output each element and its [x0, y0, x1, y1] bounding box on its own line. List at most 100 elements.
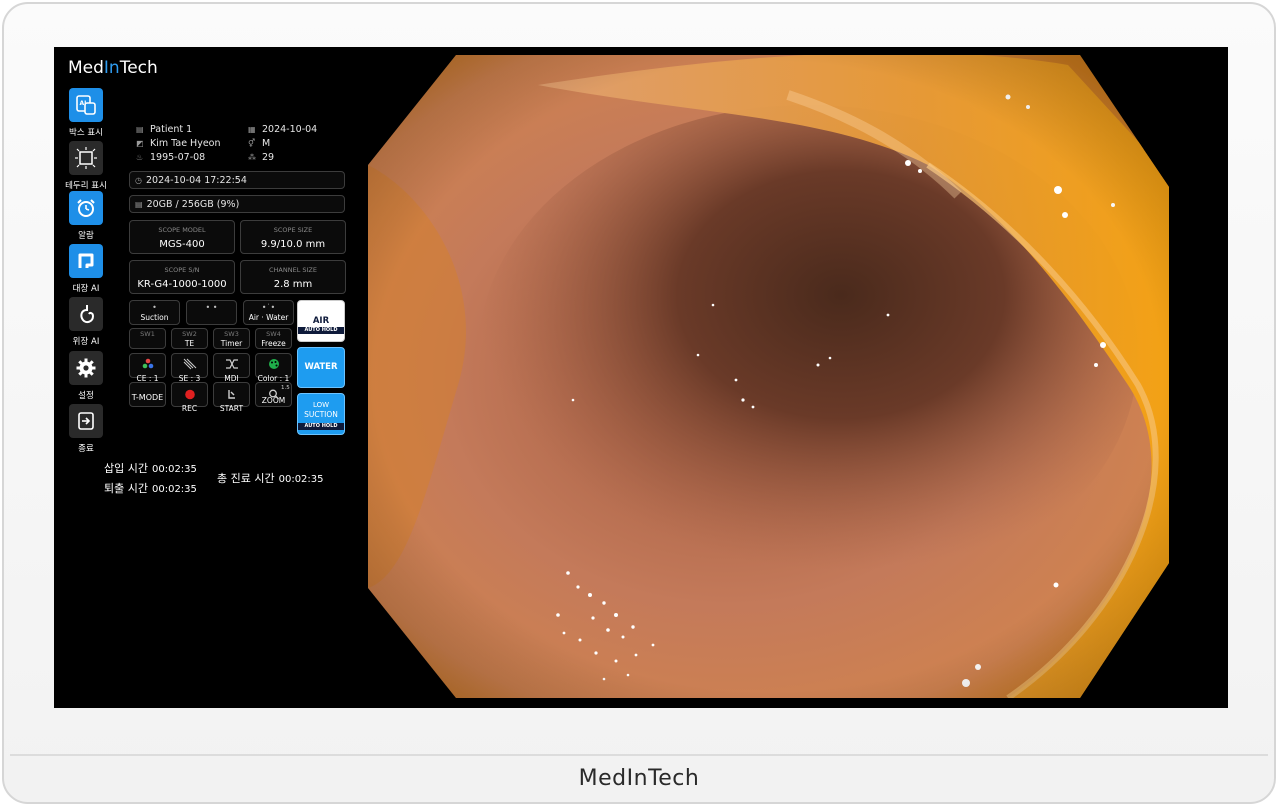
- sw4-freeze-button[interactable]: SW4 Freeze: [255, 328, 292, 349]
- structure-enhance-button[interactable]: SE : 3: [171, 353, 208, 383]
- storage-value: 20GB / 256GB (9%): [146, 198, 240, 210]
- sw-number: SW3: [224, 330, 239, 338]
- stomach-icon: [69, 297, 103, 331]
- sw1-button[interactable]: SW1: [129, 328, 166, 349]
- water-button[interactable]: WATER: [297, 347, 345, 388]
- zoom-indicator: 1.5: [256, 385, 291, 400]
- sw3-timer-button[interactable]: SW3 Timer: [213, 328, 250, 349]
- birthday-icon: ♨: [136, 153, 144, 162]
- shuffle-icon: [225, 359, 238, 369]
- patient-name: Kim Tae Hyeon: [150, 138, 221, 149]
- scope-model-label: SCOPE MODEL: [158, 226, 206, 234]
- sidebar-item-label: 박스 표시: [69, 128, 103, 138]
- datetime-value: 2024-10-04 17:22:54: [145, 174, 247, 186]
- palette-icon: [268, 359, 279, 369]
- sidebar-item-colon-ai[interactable]: 대장 AI: [56, 244, 116, 294]
- sidebar-item-label: 위장 AI: [72, 337, 100, 347]
- scope-model-value: MGS-400: [159, 239, 205, 250]
- dual-dot-button[interactable]: • •: [186, 300, 237, 325]
- clock-icon: ◷: [135, 175, 142, 185]
- record-icon: [184, 389, 195, 400]
- channel-size-box: CHANNEL SIZE 2.8 mm: [240, 260, 346, 294]
- insert-time: 삽입 시간 00:02:35: [104, 460, 197, 476]
- suction-dot-icon: •: [152, 303, 157, 312]
- patient-info-left: ▤ Patient 1 ◩ Kim Tae Hyeon ♨ 1995-07-08: [136, 123, 244, 165]
- scope-sn-value: KR-G4-1000-1000: [137, 279, 227, 290]
- sidebar-item-settings[interactable]: 설정: [56, 351, 116, 401]
- sidebar-item-alarm[interactable]: 알람: [56, 191, 116, 241]
- patient-info-right: ▦ 2024-10-04 ⚥ M ⁂ 29: [248, 123, 338, 165]
- sw-number: SW4: [266, 330, 281, 338]
- sidebar-item-border-display[interactable]: 테두리 표시: [56, 141, 116, 191]
- control-label: Suction: [140, 313, 169, 322]
- colon-icon: [69, 244, 103, 278]
- insert-time-value: 00:02:35: [151, 464, 197, 475]
- color-enhance-icon: [142, 358, 153, 369]
- zoom-icon: [268, 389, 279, 400]
- zoom-level: 1.5: [281, 385, 290, 391]
- storage-icon: ▤: [135, 199, 143, 209]
- bezel-brand-label: MedInTech: [578, 766, 700, 791]
- sidebar-item-label: 설정: [78, 391, 94, 401]
- scope-model-box: SCOPE MODEL MGS-400: [129, 220, 235, 254]
- withdraw-time-label: 퇴출 시간: [104, 482, 148, 495]
- mdi-button[interactable]: MDI: [213, 353, 250, 383]
- total-time-value: 00:02:35: [278, 474, 324, 485]
- channel-size-value: 2.8 mm: [273, 279, 313, 290]
- storage-bar: ▤ 20GB / 256GB (9%): [129, 195, 345, 213]
- control-label: T-MODE: [131, 393, 164, 402]
- color-mode-button[interactable]: Color : 1: [255, 353, 292, 383]
- bezel-divider: [10, 754, 1268, 756]
- color-enhance-button[interactable]: CE : 1: [129, 353, 166, 383]
- scope-size-label: SCOPE SIZE: [273, 226, 313, 234]
- start-button[interactable]: START: [213, 382, 250, 413]
- control-label: Timer: [220, 339, 243, 348]
- total-time-label: 총 진료 시간: [217, 472, 275, 485]
- calendar-icon: ▦: [248, 125, 256, 134]
- patient-birth: 1995-07-08: [150, 152, 206, 163]
- control-label: TE: [184, 339, 195, 348]
- air-button[interactable]: AIR AUTO HOLD: [297, 300, 345, 342]
- sidebar-item-stomach-ai[interactable]: 위장 AI: [56, 297, 116, 347]
- scope-size-value: 9.9/10.0 mm: [260, 239, 326, 250]
- sidebar-item-exit[interactable]: 종료: [56, 404, 116, 454]
- patient-label: Patient 1: [150, 124, 193, 135]
- sidebar-item-label: 종료: [78, 444, 94, 454]
- ai-box-icon: AI: [69, 88, 103, 122]
- app-logo: MedInTech: [68, 58, 158, 78]
- id-card-icon: ▤: [136, 125, 144, 134]
- patient-sex: M: [262, 138, 271, 149]
- sw-number: SW2: [182, 330, 197, 338]
- scope-sn-box: SCOPE S/N KR-G4-1000-1000: [129, 260, 235, 294]
- datetime-bar: ◷ 2024-10-04 17:22:54: [129, 171, 345, 189]
- exam-date: 2024-10-04: [262, 124, 318, 135]
- sw2-te-button[interactable]: SW2 TE: [171, 328, 208, 349]
- edit-icon: ◩: [136, 139, 144, 148]
- alarm-clock-icon: [69, 191, 103, 225]
- scope-size-box: SCOPE SIZE 9.9/10.0 mm: [240, 220, 346, 254]
- patient-age: 29: [262, 152, 275, 163]
- start-icon: [227, 390, 235, 399]
- sidebar-item-box-display[interactable]: AI 박스 표시: [56, 88, 116, 138]
- total-time: 총 진료 시간 00:02:35: [217, 470, 324, 486]
- suction-level: LOW: [312, 401, 330, 409]
- insert-time-label: 삽입 시간: [104, 462, 148, 475]
- control-label: START: [219, 404, 244, 413]
- record-button[interactable]: REC: [171, 382, 208, 413]
- withdraw-time: 퇴출 시간 00:02:35: [104, 480, 197, 496]
- air-water-button[interactable]: •˙• Air · Water: [243, 300, 294, 325]
- sw-number: SW1: [140, 330, 155, 338]
- suction-button[interactable]: • Suction: [129, 300, 180, 325]
- gear-icon: [69, 351, 103, 385]
- border-frame-icon: [69, 141, 103, 175]
- suction-label: SUCTION: [304, 410, 338, 419]
- zoom-button[interactable]: 1.5 ZOOM: [255, 382, 292, 407]
- air-label: AIR: [312, 316, 330, 326]
- gender-icon: ⚥: [248, 139, 256, 148]
- structure-enhance-icon: [183, 358, 196, 370]
- t-mode-button[interactable]: T-MODE: [129, 382, 166, 407]
- low-suction-button[interactable]: LOW SUCTION AUTO HOLD: [297, 393, 345, 435]
- auto-hold-badge: AUTO HOLD: [298, 327, 344, 334]
- control-label: Freeze: [261, 339, 286, 348]
- air-water-dots-icon: •˙•: [261, 303, 276, 312]
